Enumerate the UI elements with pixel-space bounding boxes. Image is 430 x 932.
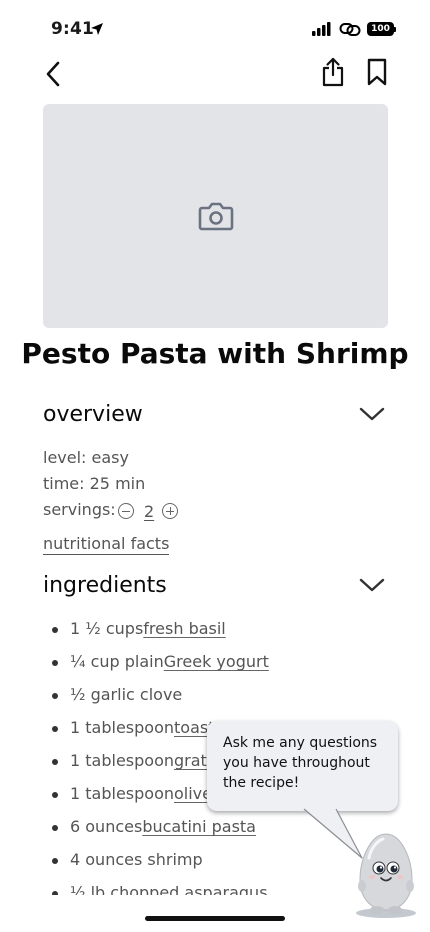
overview-heading: overview — [43, 402, 143, 427]
bullet — [52, 660, 58, 666]
bookmark-icon — [367, 58, 387, 86]
ingredients-heading: ingredients — [43, 573, 167, 598]
bullet — [52, 792, 58, 798]
list-item: ½ garlic clove — [52, 685, 392, 718]
bullet — [52, 858, 58, 864]
ingredient-quantity: 1 tablespoon — [70, 718, 174, 737]
egg-mascot-icon[interactable] — [353, 828, 419, 920]
home-indicator[interactable] — [145, 916, 285, 921]
battery-indicator: 100 — [367, 22, 394, 36]
overview-level: level: easy — [43, 448, 129, 467]
bullet — [52, 891, 58, 895]
bookmark-button[interactable] — [362, 56, 392, 88]
ingredient-quantity: 1 tablespoon — [70, 751, 174, 770]
ingredient-quantity: ¼ cup plain — [70, 652, 164, 671]
chevron-left-icon — [46, 61, 60, 87]
top-nav — [0, 56, 430, 96]
link-icon — [339, 23, 361, 36]
bullet — [52, 693, 58, 699]
ingredient-text: 4 ounces shrimp — [70, 850, 203, 869]
list-item: 1 ½ cups fresh basil — [52, 619, 392, 652]
servings-value: 2 — [144, 501, 155, 521]
bullet — [52, 825, 58, 831]
cellular-signal-icon — [312, 22, 331, 36]
ingredient-quantity: 1 ½ cups — [70, 619, 144, 638]
camera-icon — [198, 202, 233, 231]
ingredient-text: ½ garlic clove — [70, 685, 183, 704]
overview-header[interactable]: overview — [43, 396, 388, 436]
bullet — [52, 627, 58, 633]
overview-servings-label: servings: — [43, 500, 116, 519]
location-arrow-icon — [91, 23, 103, 35]
battery-cap — [394, 27, 396, 32]
share-icon — [322, 57, 344, 87]
bullet — [52, 726, 58, 732]
ingredient-link[interactable]: Greek yogurt — [164, 652, 269, 671]
chevron-down-icon[interactable] — [358, 575, 386, 595]
nutritional-facts-link[interactable]: nutritional facts — [43, 534, 170, 555]
ingredient-link[interactable]: fresh basil — [143, 619, 225, 638]
status-bar: 9:41 100 — [0, 0, 430, 56]
chevron-down-icon[interactable] — [358, 404, 386, 424]
ingredient-quantity: 1 tablespoon — [70, 784, 174, 803]
ingredient-link[interactable]: bucatini pasta — [142, 817, 256, 836]
decrease-servings-button[interactable] — [118, 503, 134, 519]
assistant-message: Ask me any questions you have throughout… — [223, 735, 378, 791]
ingredient-text: ½ lb chopped asparagus — [70, 883, 268, 895]
list-item: ½ lb chopped asparagus — [52, 883, 392, 895]
bullet — [52, 759, 58, 765]
servings-stepper: 2 — [118, 500, 179, 522]
status-time: 9:41 — [51, 19, 95, 39]
back-button[interactable] — [38, 58, 68, 90]
overview-time: time: 25 min — [43, 474, 146, 493]
increase-servings-button[interactable] — [162, 503, 179, 519]
assistant-speech-bubble[interactable]: Ask me any questions you have throughout… — [207, 721, 398, 811]
share-button[interactable] — [318, 56, 348, 88]
ingredient-quantity: 6 ounces — [70, 817, 143, 836]
ingredients-header[interactable]: ingredients — [43, 567, 388, 607]
list-item: ¼ cup plain Greek yogurt — [52, 652, 392, 685]
recipe-photo-placeholder[interactable] — [43, 104, 388, 328]
recipe-title: Pesto Pasta with Shrimp — [21, 337, 409, 370]
